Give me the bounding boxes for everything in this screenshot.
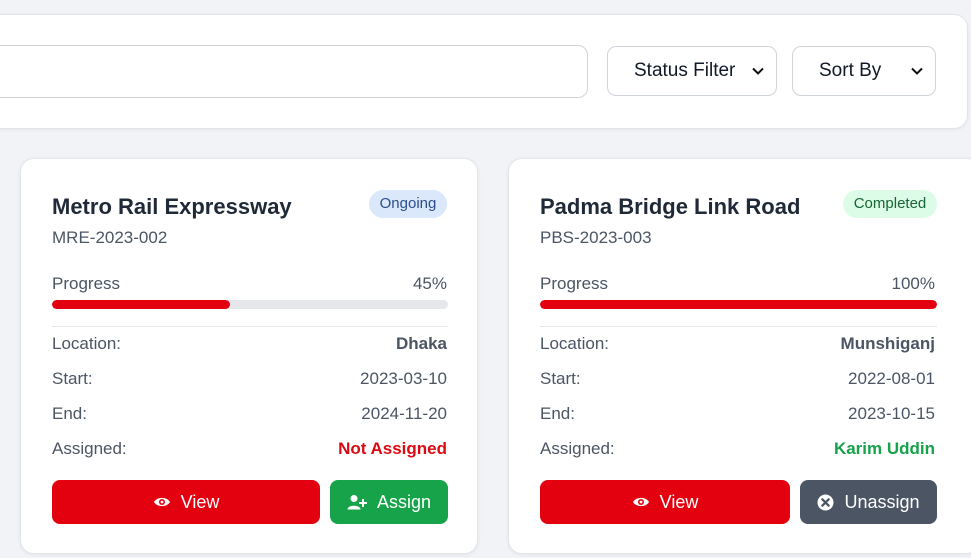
- project-card: Padma Bridge Link Road Completed PBS-202…: [508, 158, 971, 554]
- sort-by-label: Sort By: [819, 60, 882, 81]
- end-label: End:: [52, 404, 87, 423]
- chevron-down-icon: [911, 65, 923, 77]
- assigned-label: Assigned:: [540, 439, 615, 458]
- eye-icon: [632, 495, 650, 509]
- progress-bar: [52, 300, 448, 309]
- assigned-label: Assigned:: [52, 439, 127, 458]
- search-input[interactable]: [0, 45, 588, 98]
- end-label: End:: [540, 404, 575, 423]
- start-label: Start:: [52, 369, 93, 388]
- view-button-label: View: [659, 491, 699, 512]
- location-value: Munshiganj: [840, 334, 935, 353]
- progress-fill: [540, 300, 937, 309]
- progress-bar: [540, 300, 937, 309]
- assign-button[interactable]: Assign: [330, 480, 448, 524]
- project-card: Metro Rail Expressway Ongoing MRE-2023-0…: [20, 158, 478, 554]
- project-title: Metro Rail Expressway: [52, 194, 292, 219]
- circle-x-icon: [817, 494, 834, 511]
- assigned-value: Karim Uddin: [833, 439, 935, 458]
- divider: [52, 326, 448, 327]
- status-badge: Completed: [843, 190, 937, 218]
- view-button-label: View: [180, 491, 220, 512]
- start-value: 2022-08-01: [848, 369, 935, 388]
- project-code: PBS-2023-003: [540, 228, 652, 247]
- view-button[interactable]: View: [52, 480, 320, 524]
- progress-fill: [52, 300, 231, 309]
- location-label: Location:: [540, 334, 609, 353]
- unassign-button-label: Unassign: [844, 491, 920, 512]
- location-value: Dhaka: [395, 334, 447, 353]
- assign-button-label: Assign: [376, 491, 432, 512]
- progress-value: 100%: [891, 274, 935, 293]
- end-value: 2023-10-15: [848, 404, 935, 423]
- progress-label: Progress: [52, 274, 121, 293]
- end-value: 2024-11-20: [361, 404, 447, 423]
- user-plus-icon: [347, 494, 367, 510]
- chevron-down-icon: [752, 65, 764, 77]
- start-label: Start:: [540, 369, 581, 388]
- status-filter-label: Status Filter: [634, 60, 736, 81]
- project-code: MRE-2023-002: [52, 228, 168, 247]
- assigned-value: Not Assigned: [338, 439, 447, 458]
- progress-label: Progress: [540, 274, 609, 293]
- view-button[interactable]: View: [540, 480, 790, 524]
- sort-by-select[interactable]: Sort By: [792, 46, 936, 96]
- status-badge: Ongoing: [369, 190, 447, 218]
- status-filter-select[interactable]: Status Filter: [607, 46, 777, 96]
- project-title: Padma Bridge Link Road: [540, 194, 801, 219]
- eye-icon: [153, 495, 171, 509]
- divider: [540, 326, 937, 327]
- unassign-button[interactable]: Unassign: [800, 480, 937, 524]
- progress-value: 45%: [412, 274, 447, 293]
- start-value: 2023-03-10: [360, 369, 447, 388]
- location-label: Location:: [52, 334, 121, 353]
